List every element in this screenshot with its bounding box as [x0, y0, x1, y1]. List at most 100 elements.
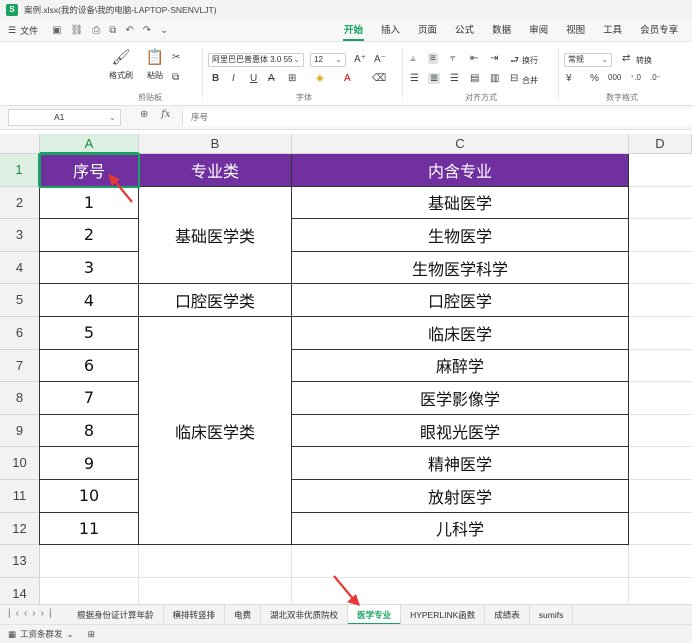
- number-format-select[interactable]: 常规 ⌄: [564, 53, 612, 67]
- thousands-icon[interactable]: 000: [608, 73, 621, 82]
- tab-review[interactable]: 审阅: [520, 20, 557, 42]
- column-header-c[interactable]: C: [292, 134, 629, 154]
- increase-decimal-icon[interactable]: ⁺.0: [630, 73, 641, 82]
- row-header-4[interactable]: 4: [0, 251, 40, 285]
- print-icon[interactable]: ⎙: [92, 25, 100, 36]
- convert-button[interactable]: 转换: [636, 55, 652, 66]
- convert-icon[interactable]: ⇄: [622, 53, 630, 64]
- tab-data[interactable]: 数据: [483, 20, 520, 42]
- merge-icon[interactable]: ⊟: [510, 73, 518, 84]
- row-header-2[interactable]: 2: [0, 186, 40, 220]
- underline-icon[interactable]: U: [250, 73, 257, 84]
- row-header-5[interactable]: 5: [0, 284, 40, 317]
- percent-icon[interactable]: %: [590, 73, 599, 84]
- column-header-d[interactable]: D: [629, 134, 692, 154]
- row-header-7[interactable]: 7: [0, 349, 40, 383]
- next-sheet-icon[interactable]: ›: [32, 608, 40, 619]
- merge-button[interactable]: 合并: [522, 75, 538, 86]
- row-header-8[interactable]: 8: [0, 382, 40, 415]
- tab-tools[interactable]: 工具: [594, 20, 631, 42]
- last-sheet-icon[interactable]: ›|: [41, 608, 57, 619]
- italic-icon[interactable]: I: [232, 73, 235, 84]
- increase-font-icon[interactable]: A⁺: [354, 54, 366, 65]
- cell-b5[interactable]: 口腔医学类: [139, 284, 292, 317]
- distributed-icon[interactable]: ▥: [490, 73, 499, 84]
- cell-b1[interactable]: 专业类: [139, 154, 292, 187]
- undo-icon[interactable]: ↶: [125, 25, 133, 36]
- clear-format-icon[interactable]: ⌫: [372, 73, 386, 84]
- name-box[interactable]: A1 ⌄: [8, 109, 121, 126]
- app-store-icon[interactable]: ⊞: [88, 629, 95, 640]
- cell-a7[interactable]: 6: [40, 349, 139, 383]
- wrap-icon[interactable]: ⮐: [510, 53, 519, 70]
- fx-icon[interactable]: fx: [161, 109, 170, 120]
- spreadsheet-grid[interactable]: ABCD 1 2 3 4 5 6 7 8 9 10 11 12 13 14 序号 专业类 内含专业 1 基础医学 2…: [0, 134, 692, 604]
- sheet-tab[interactable]: HYPERLINK函数: [401, 605, 486, 625]
- row-header-1[interactable]: 1: [0, 154, 40, 187]
- bold-icon[interactable]: B: [212, 73, 219, 84]
- sheet-tab[interactable]: 医学专业: [348, 605, 402, 625]
- tab-view[interactable]: 视图: [557, 20, 594, 42]
- cell-c9[interactable]: 眼视光医学: [292, 414, 629, 448]
- fill-color-icon[interactable]: ◈: [316, 73, 324, 84]
- cell-c8[interactable]: 医学影像学: [292, 382, 629, 415]
- sheet-tab[interactable]: 根据身份证计算年龄: [68, 605, 164, 625]
- link-icon[interactable]: ⛓: [71, 25, 84, 36]
- redo-icon[interactable]: ↷: [143, 25, 151, 36]
- zoom-icon[interactable]: ⊕: [140, 109, 148, 120]
- cell-c11[interactable]: 放射医学: [292, 480, 629, 513]
- cell-a5[interactable]: 4: [40, 284, 139, 317]
- merged-cell-b2-b4[interactable]: 基础医学类: [139, 186, 292, 285]
- cell-a9[interactable]: 8: [40, 414, 139, 448]
- wrap-text-button[interactable]: 换行: [522, 55, 538, 66]
- sheet-tab[interactable]: 成绩表: [485, 605, 530, 625]
- cell-c4[interactable]: 生物医学科学: [292, 251, 629, 285]
- row-header-6[interactable]: 6: [0, 317, 40, 350]
- sheet-tab[interactable]: sumifs: [530, 605, 574, 625]
- cut-icon[interactable]: ✂: [172, 52, 180, 63]
- row-header-14[interactable]: 14: [0, 577, 40, 604]
- cell-a11[interactable]: 10: [40, 480, 139, 513]
- cell-c6[interactable]: 临床医学: [292, 317, 629, 350]
- align-middle-icon[interactable]: ≡: [428, 53, 438, 64]
- first-sheet-icon[interactable]: |‹: [8, 608, 24, 619]
- save-icon[interactable]: ▣: [52, 25, 61, 36]
- row-header-10[interactable]: 10: [0, 447, 40, 480]
- cell-c10[interactable]: 精神医学: [292, 447, 629, 480]
- cell-a2[interactable]: 1: [40, 186, 139, 220]
- row-header-11[interactable]: 11: [0, 480, 40, 513]
- file-menu[interactable]: ☰ 文件: [8, 24, 38, 37]
- cell-c2[interactable]: 基础医学: [292, 186, 629, 220]
- sheet-tab[interactable]: 电费: [225, 605, 262, 625]
- paste-button[interactable]: 📋 粘贴: [140, 48, 170, 81]
- tab-home[interactable]: 开始: [335, 20, 372, 42]
- payroll-send-button[interactable]: ▦ 工资条群发 ⌄ ⊞: [8, 628, 95, 640]
- cell-c5[interactable]: 口腔医学: [292, 284, 629, 317]
- indent-increase-icon[interactable]: ⇥: [490, 53, 498, 64]
- strikethrough-icon[interactable]: A: [268, 73, 275, 84]
- tab-formula[interactable]: 公式: [446, 20, 483, 42]
- more-chevron-icon[interactable]: ⌄: [160, 25, 168, 36]
- font-size-select[interactable]: 12 ⌄: [310, 53, 346, 67]
- cell-a1[interactable]: 序号: [40, 154, 139, 187]
- cell-a3[interactable]: 2: [40, 219, 139, 252]
- align-left-icon[interactable]: ☰: [410, 73, 419, 84]
- cell-c7[interactable]: 麻醉学: [292, 349, 629, 383]
- sheet-tab[interactable]: 湖北双非优质院校: [261, 605, 349, 625]
- column-header-b[interactable]: B: [139, 134, 292, 154]
- cell-a12[interactable]: 11: [40, 512, 139, 546]
- cell-c1[interactable]: 内含专业: [292, 154, 629, 187]
- format-painter-button[interactable]: 🖌 格式刷: [106, 48, 136, 81]
- row-header-9[interactable]: 9: [0, 414, 40, 448]
- align-top-icon[interactable]: ⫨: [410, 53, 416, 64]
- currency-icon[interactable]: ¥: [566, 73, 572, 84]
- merged-cell-b6-b12[interactable]: 临床医学类: [139, 317, 292, 546]
- border-icon[interactable]: ⊞: [288, 73, 296, 84]
- tab-member[interactable]: 会员专享: [631, 20, 687, 42]
- copy-icon[interactable]: ⧉: [172, 72, 179, 83]
- align-bottom-icon[interactable]: ⫧: [450, 53, 456, 64]
- cell-c12[interactable]: 儿科学: [292, 512, 629, 546]
- indent-decrease-icon[interactable]: ⇤: [470, 53, 478, 64]
- column-header-a[interactable]: A: [40, 134, 139, 154]
- align-center-icon[interactable]: ≣: [428, 73, 441, 84]
